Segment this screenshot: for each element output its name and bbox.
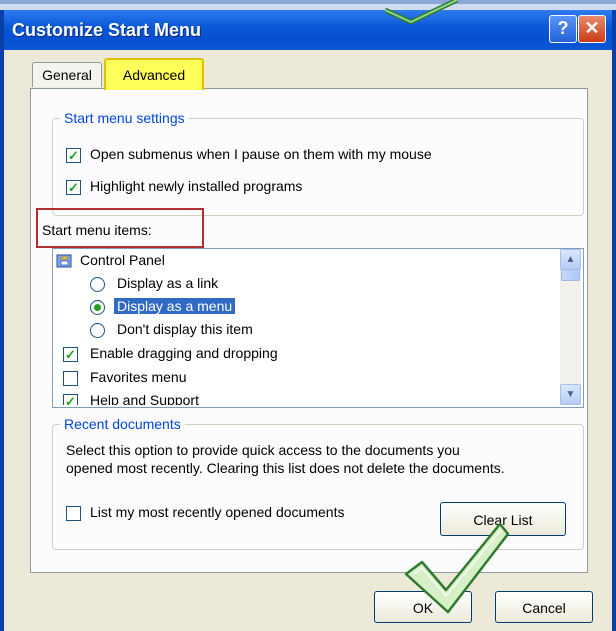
- scroll-thumb[interactable]: [561, 269, 580, 281]
- radio-display-as-menu[interactable]: [90, 300, 105, 315]
- control-panel-icon: [56, 252, 74, 270]
- window-title: Customize Start Menu: [12, 20, 202, 40]
- scroll-down-icon[interactable]: ▼: [560, 384, 581, 405]
- open-submenus-checkbox[interactable]: ✓: [66, 148, 81, 163]
- checkmark-annotation-icon: [385, 0, 459, 24]
- tab-general[interactable]: General: [32, 62, 102, 87]
- enable-dragging-checkbox[interactable]: ✓: [63, 347, 78, 362]
- scroll-up-icon[interactable]: ▲: [560, 249, 581, 270]
- favorites-menu-checkbox[interactable]: [63, 371, 78, 386]
- checkmark-annotation-icon: [404, 522, 510, 614]
- radio-display-as-link[interactable]: [90, 277, 105, 292]
- window-left-border: [0, 50, 4, 631]
- recent-documents-checkbox[interactable]: [66, 506, 81, 521]
- highlight-new-programs-label: Highlight newly installed programs: [90, 178, 303, 194]
- control-panel-label[interactable]: Control Panel: [80, 252, 165, 268]
- dont-display-label: Don't display this item: [117, 321, 253, 337]
- tab-advanced[interactable]: Advanced: [104, 58, 204, 90]
- recent-documents-legend: Recent documents: [60, 416, 185, 432]
- enable-dragging-label: Enable dragging and dropping: [90, 345, 278, 361]
- background-window-edge: [0, 0, 616, 4]
- highlight-new-programs-checkbox[interactable]: ✓: [66, 180, 81, 195]
- radio-selected-dot: [94, 304, 101, 311]
- display-as-menu-label: Display as a menu: [114, 298, 236, 314]
- display-as-link-label: Display as a link: [117, 275, 219, 291]
- help-support-checkbox[interactable]: ✓: [63, 394, 78, 405]
- start-menu-settings-legend: Start menu settings: [60, 110, 189, 126]
- recent-documents-checkbox-label: List my most recently opened documents: [90, 504, 345, 520]
- list-clip-help: ✓ Help and Support: [53, 392, 559, 405]
- recent-documents-description-1: Select this option to provide quick acce…: [66, 442, 460, 458]
- help-button[interactable]: ?: [549, 15, 577, 43]
- close-button[interactable]: ✕: [578, 15, 606, 43]
- start-menu-settings-group: [52, 118, 584, 216]
- list-scrollbar[interactable]: ▲ ▼: [560, 249, 581, 405]
- recent-documents-description-2: opened most recently. Clearing this list…: [66, 460, 505, 476]
- start-menu-items-callout-box: [36, 208, 204, 248]
- radio-dont-display[interactable]: [90, 323, 105, 338]
- help-support-label: Help and Support: [90, 392, 199, 405]
- open-submenus-label: Open submenus when I pause on them with …: [90, 146, 432, 162]
- favorites-menu-label: Favorites menu: [90, 369, 187, 385]
